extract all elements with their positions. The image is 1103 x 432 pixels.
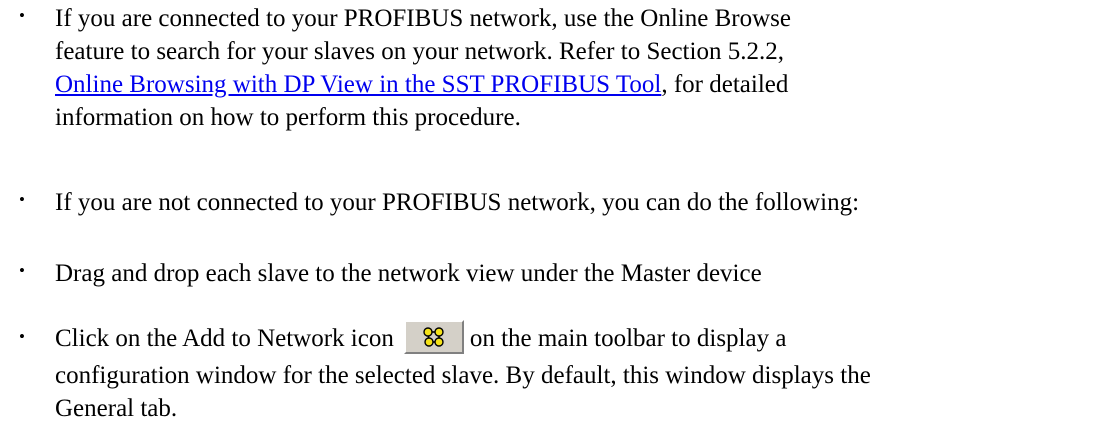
bullet: • — [19, 327, 25, 346]
text-segment: on the main toolbar to display a — [469, 325, 787, 352]
item-text: If you are connected to your PROFIBUS ne… — [55, 2, 1095, 134]
text-segment: , for detailed — [661, 71, 789, 98]
text-line: General tab. — [55, 395, 178, 422]
item-text: Click on the Add to Network icon on the … — [55, 319, 1095, 425]
section-link[interactable]: Online Browsing with DP View in the SST … — [55, 71, 661, 98]
bullet: • — [19, 190, 25, 209]
text-line: If you are not connected to your PROFIBU… — [55, 189, 860, 216]
text-line: information on how to perform this proce… — [55, 104, 521, 131]
network-nodes-icon — [423, 327, 444, 347]
text-line: configuration window for the selected sl… — [55, 362, 871, 389]
text-line: Drag and drop each slave to the network … — [55, 260, 762, 287]
bullet: • — [19, 6, 25, 25]
text-segment: Click on the Add to Network icon — [55, 325, 394, 352]
item-text: If you are not connected to your PROFIBU… — [55, 186, 1095, 219]
bullet: • — [19, 261, 25, 280]
add-to-network-icon[interactable] — [403, 320, 464, 354]
text-line: feature to search for your slaves on you… — [55, 38, 784, 65]
text-line: If you are connected to your PROFIBUS ne… — [55, 5, 791, 32]
item-text: Drag and drop each slave to the network … — [55, 257, 1095, 290]
text-line: Click on the Add to Network icon on the … — [55, 319, 1095, 359]
text-line: Online Browsing with DP View in the SST … — [55, 68, 1095, 101]
